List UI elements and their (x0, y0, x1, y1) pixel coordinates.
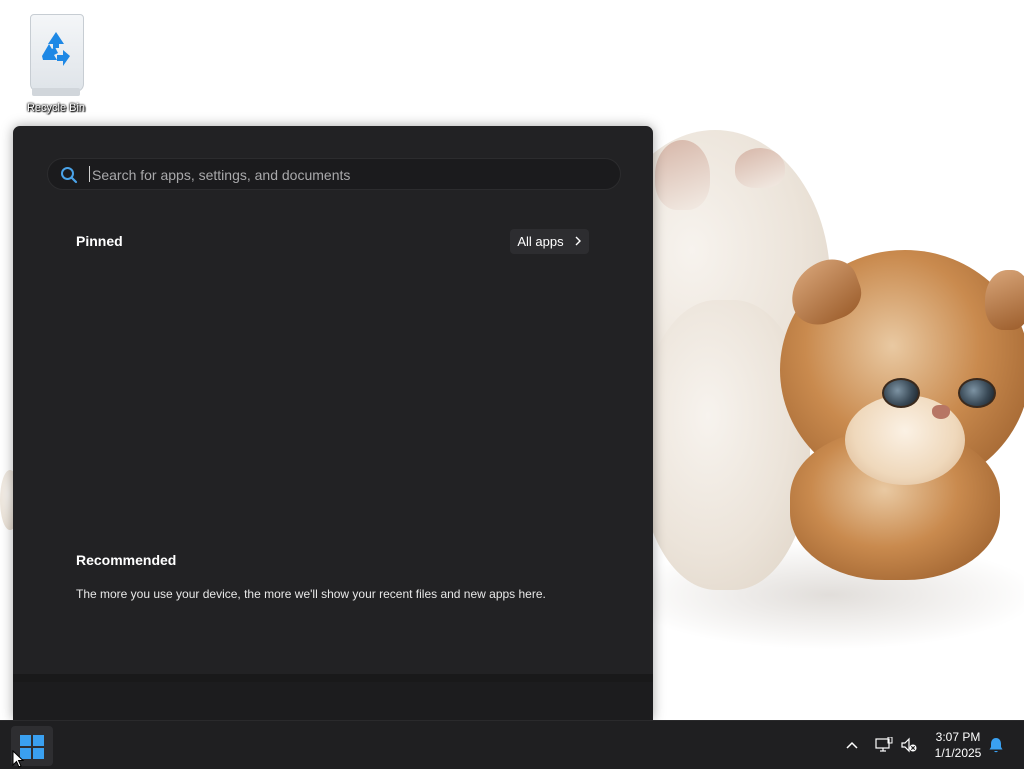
recommended-empty-text: The more you use your device, the more w… (76, 587, 546, 601)
all-apps-label: All apps (517, 234, 564, 249)
clock-date: 1/1/2025 (934, 746, 982, 760)
volume-muted-icon[interactable] (899, 721, 919, 769)
pinned-section-title: Pinned (76, 233, 123, 249)
taskbar: 3:07 PM 1/1/2025 (0, 720, 1024, 769)
recycle-bin-label: Recycle Bin (26, 102, 86, 114)
desktop-icon-recycle-bin[interactable]: Recycle Bin (14, 8, 98, 114)
all-apps-button[interactable]: All apps (510, 229, 589, 254)
search-icon (60, 166, 78, 188)
start-menu: Pinned All apps Recommended The more you… (13, 126, 653, 728)
chevron-up-icon[interactable] (842, 721, 862, 769)
network-icon[interactable] (874, 721, 894, 769)
clock-time: 3:07 PM (935, 730, 981, 744)
system-clock[interactable]: 3:07 PM 1/1/2025 (926, 729, 990, 761)
recommended-section-title: Recommended (76, 552, 177, 568)
search-input[interactable] (90, 160, 594, 190)
mouse-pointer-icon (12, 750, 24, 768)
notification-bell-icon[interactable] (986, 721, 1006, 769)
recycle-bin-icon (24, 8, 88, 96)
start-search-box[interactable] (47, 158, 621, 190)
chevron-right-icon (574, 234, 582, 249)
